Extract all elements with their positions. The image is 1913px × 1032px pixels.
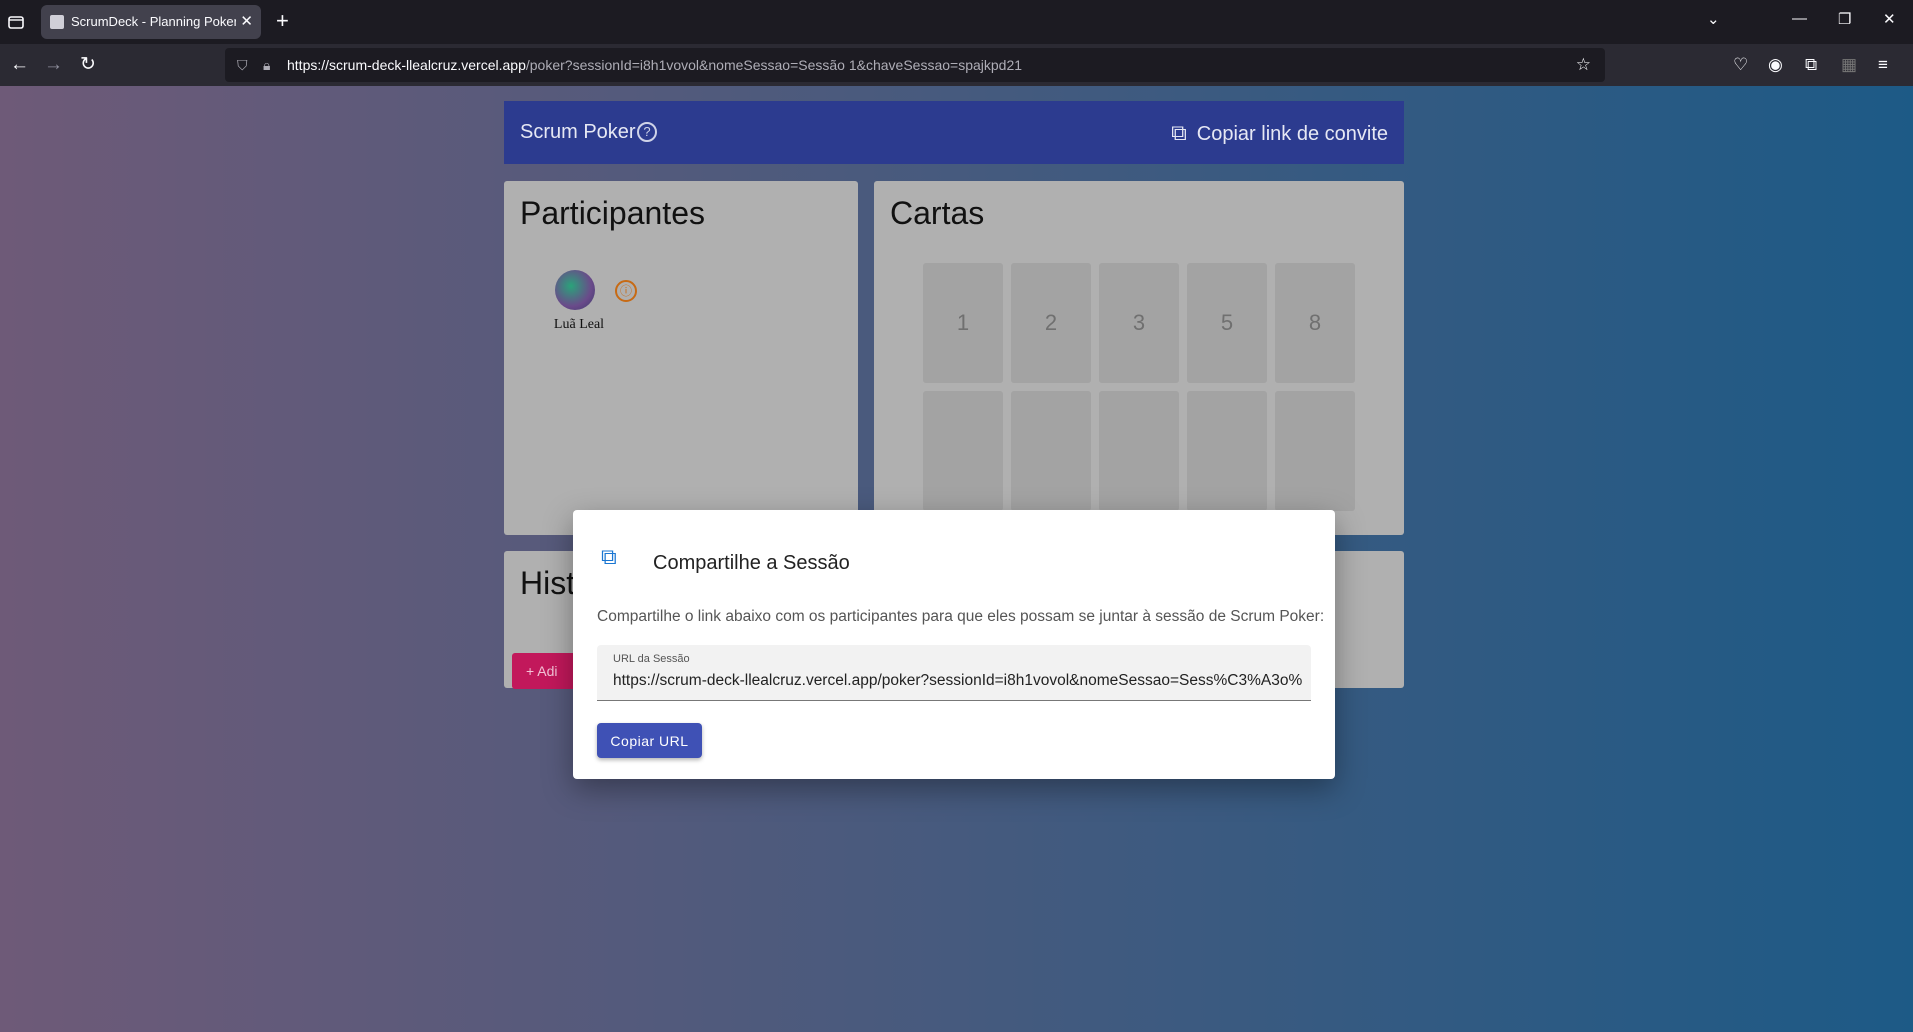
browser-tab-bar: ScrumDeck - Planning Poker pa ✕ + ⌄ — ❐ … — [0, 0, 1913, 44]
deck-card[interactable]: 2 — [1011, 263, 1091, 383]
deck-card[interactable] — [1275, 391, 1355, 511]
participants-card: Participantes ⓘ Luã Leal — [504, 181, 858, 535]
dialog-description: Compartilhe o link abaixo com os partici… — [597, 608, 1325, 625]
session-url-field[interactable]: URL da Sessão — [597, 645, 1311, 701]
reload-icon[interactable]: ↻ — [80, 54, 96, 76]
cards-panel: Cartas 1 2 3 5 8 — [874, 181, 1404, 535]
copy-invite-label: Copiar link de convite — [1196, 123, 1388, 145]
copy-url-button[interactable]: Copiar URL — [597, 723, 702, 758]
restore-icon[interactable]: ❐ — [1838, 10, 1851, 28]
history-title: Hist — [520, 565, 576, 601]
app-toolbar: Scrum Poker ? ⧉ Copiar link de convite — [504, 101, 1404, 164]
url-path: /poker?sessionId=i8h1vovol&nomeSessao=Se… — [525, 57, 1023, 73]
tab-list-icon[interactable] — [6, 12, 26, 32]
share-session-dialog: ⧉ Compartilhe a Sessão Compartilhe o lin… — [573, 510, 1335, 779]
cards-title: Cartas — [890, 195, 985, 231]
lock-icon[interactable]: 🔒︎ — [263, 48, 270, 82]
deck-card[interactable] — [1187, 391, 1267, 511]
back-icon[interactable]: ← — [10, 54, 29, 76]
browser-tab[interactable]: ScrumDeck - Planning Poker pa ✕ — [41, 5, 261, 39]
bookmark-star-icon[interactable]: ☆ — [1576, 48, 1591, 82]
copy-icon: ⧉ — [601, 544, 617, 569]
player-status-icon: ⓘ — [615, 280, 637, 302]
deck-card[interactable]: 1 — [923, 263, 1003, 383]
avatar — [555, 270, 595, 310]
app-brand: Scrum Poker — [520, 121, 636, 143]
deck-card[interactable]: 8 — [1275, 263, 1355, 383]
url-host: https://scrum-deck-llealcruz.vercel.app — [287, 57, 526, 73]
browser-nav-bar: ← → ↻ ⛉ 🔒︎ https://scrum-deck-llealcruz.… — [0, 44, 1913, 86]
deck-card[interactable] — [1099, 391, 1179, 511]
pocket-icon[interactable]: ♡ — [1733, 55, 1748, 75]
address-url[interactable]: https://scrum-deck-llealcruz.vercel.app/… — [287, 48, 1022, 82]
help-icon[interactable]: ? — [637, 122, 657, 142]
account-icon[interactable]: ◉ — [1768, 55, 1783, 75]
address-bar[interactable]: ⛉ 🔒︎ https://scrum-deck-llealcruz.vercel… — [225, 48, 1605, 82]
tab-close-icon[interactable]: ✕ — [240, 5, 253, 39]
deck-card[interactable] — [923, 391, 1003, 511]
page-background: Scrum Poker ? ⧉ Copiar link de convite Pa… — [0, 86, 1913, 1032]
menu-icon[interactable]: ≡ — [1878, 55, 1888, 75]
copy-invite-button[interactable]: ⧉ Copiar link de convite — [1171, 101, 1388, 166]
minimize-icon[interactable]: — — [1792, 10, 1807, 27]
add-history-label: + Adi — [526, 663, 558, 679]
window-close-icon[interactable]: ✕ — [1883, 10, 1896, 28]
favicon-icon — [50, 15, 64, 29]
tracking-shield-icon[interactable]: ⛉ — [237, 48, 248, 82]
deck-card[interactable] — [1011, 391, 1091, 511]
participants-title: Participantes — [520, 195, 705, 231]
participant-name: Luã Leal — [553, 317, 605, 332]
forward-icon[interactable]: → — [44, 54, 63, 76]
tab-overflow-chevron-icon[interactable]: ⌄ — [1707, 10, 1720, 28]
session-url-label: URL da Sessão — [613, 653, 690, 665]
deck-card[interactable]: 5 — [1187, 263, 1267, 383]
tab-title: ScrumDeck - Planning Poker pa — [71, 14, 236, 29]
deck-card[interactable]: 3 — [1099, 263, 1179, 383]
container-icon[interactable]: ▦ — [1841, 55, 1857, 75]
dialog-title: Compartilhe a Sessão — [653, 552, 850, 574]
new-tab-button[interactable]: + — [276, 8, 289, 34]
session-url-input[interactable] — [613, 670, 1303, 692]
copy-icon: ⧉ — [1171, 120, 1187, 145]
extensions-icon[interactable]: ⧉ — [1805, 55, 1817, 75]
